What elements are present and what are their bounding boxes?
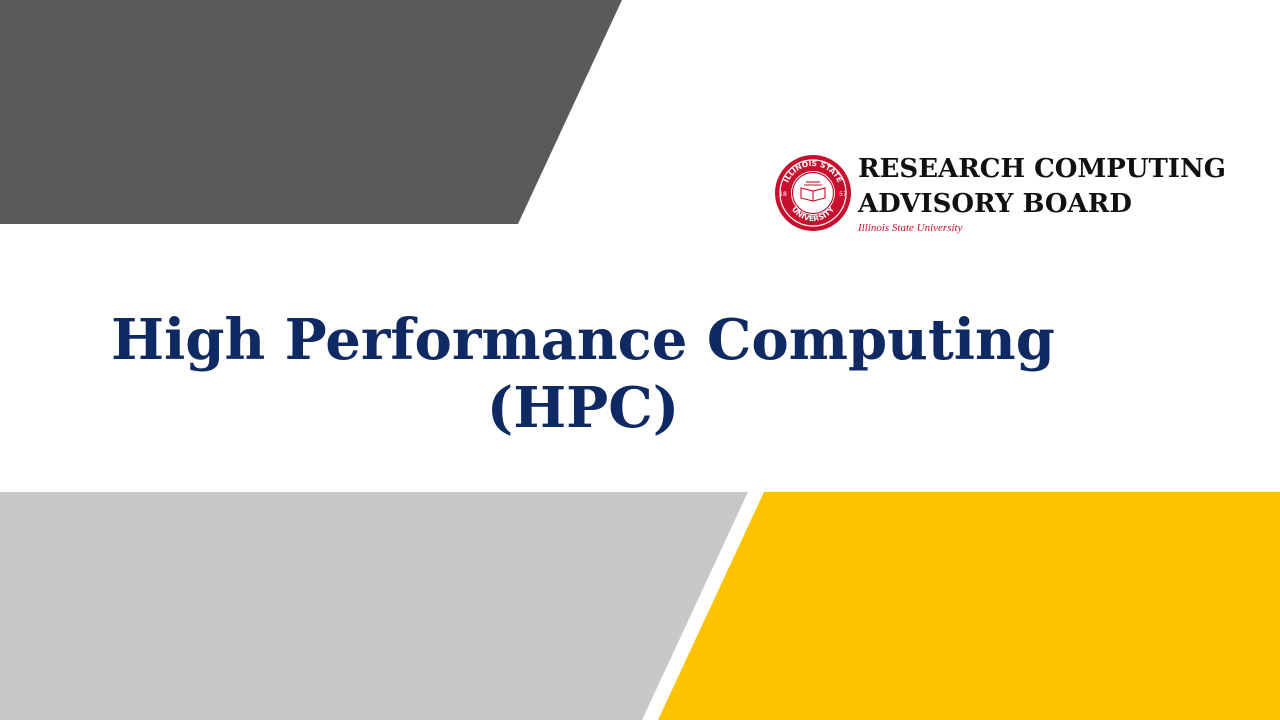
gold-banner [658, 492, 1280, 720]
seal-year-left: 18 [779, 191, 787, 198]
logo-line-1: RESEARCH COMPUTING [858, 154, 1226, 184]
slide-title: High Performance Computing (HPC) [100, 306, 1066, 442]
light-gray-banner [0, 492, 748, 720]
logo-line-2: ADVISORY BOARD [858, 189, 1132, 219]
seal-year-right: 57 [839, 191, 847, 198]
research-computing-logo: ILLINOIS STATE UNIVERSITY 18 57 RESEARCH… [774, 154, 1226, 240]
slide: ILLINOIS STATE UNIVERSITY 18 57 RESEARCH… [0, 0, 1280, 720]
university-seal-icon: ILLINOIS STATE UNIVERSITY 18 57 [775, 155, 851, 231]
title-line-1: High Performance Computing [111, 307, 1055, 373]
title-line-2: (HPC) [486, 375, 680, 441]
logo-subtitle: Illinois State University [858, 222, 963, 234]
dark-gray-banner [0, 0, 622, 224]
